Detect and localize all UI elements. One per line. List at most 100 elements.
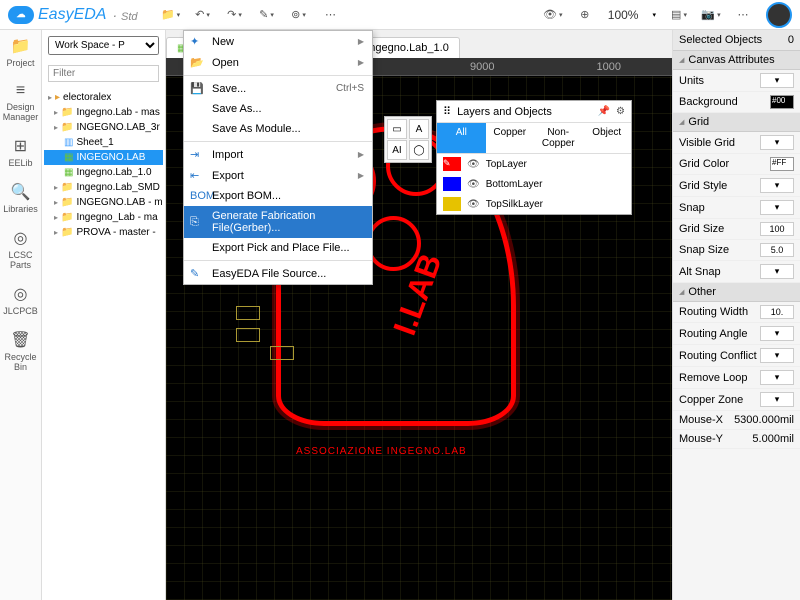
layers-tab[interactable]: All [437, 123, 486, 153]
redo-icon[interactable]: ↷▾ [226, 6, 244, 24]
schematic-icon: ▥ [64, 137, 73, 148]
tree-node[interactable]: ▸📁Ingegno_Lab - ma [44, 210, 163, 225]
layer-row[interactable]: ✎👁TopLayer [437, 154, 631, 174]
camera-icon[interactable]: 📷▾ [702, 6, 720, 24]
drag-handle-icon[interactable]: ⠿ [443, 105, 451, 118]
menu-item-label: Export BOM... [212, 190, 364, 202]
menu-item[interactable]: BOMExport BOM... [184, 186, 372, 206]
zoom-in-icon[interactable]: ⊕ [576, 6, 594, 24]
prop-value[interactable]: ▾ [760, 135, 794, 150]
layers-tab[interactable]: Copper [486, 123, 535, 153]
menu-item[interactable]: ⇤Export▶ [184, 165, 372, 186]
tool-btn[interactable]: A [409, 119, 429, 139]
tool-btn[interactable]: AI [387, 140, 407, 160]
layer-color-swatch[interactable] [443, 197, 461, 211]
tree-node[interactable]: ▥Sheet_1 [44, 135, 163, 150]
tool-btn[interactable]: ◯ [409, 140, 429, 160]
rp-section[interactable]: Other [673, 283, 800, 302]
rail-item[interactable]: 🗑Recycle Bin [0, 330, 41, 372]
prop-label: Routing Width [679, 306, 748, 318]
visibility-icon[interactable]: 👁 [467, 159, 480, 170]
layer-color-swatch[interactable] [443, 177, 461, 191]
menu-item[interactable]: Save As... [184, 99, 372, 119]
rail-item[interactable]: 🔍Libraries [3, 182, 38, 214]
tree-node[interactable]: ▸📁PROVA - master - [44, 225, 163, 240]
more-icon[interactable]: ⋯ [322, 6, 340, 24]
visibility-icon[interactable]: 👁 [467, 199, 480, 210]
tree-node[interactable]: ▸📁INGEGNO.LAB_3r [44, 120, 163, 135]
rp-section[interactable]: Canvas Attributes [673, 51, 800, 70]
visibility-icon[interactable]: 👁 [467, 179, 480, 190]
prop-value[interactable]: 100 [760, 222, 794, 236]
menu-item[interactable]: ⎘Generate Fabrication File(Gerber)... [184, 206, 372, 238]
menu-item[interactable]: ✎EasyEDA File Source... [184, 263, 372, 284]
layers-tab[interactable]: Object [583, 123, 632, 153]
layer-row[interactable]: 👁TopSilkLayer [437, 194, 631, 214]
prop-label: Snap [679, 202, 705, 214]
edit-icon[interactable]: ✎▾ [258, 6, 276, 24]
menu-item[interactable]: ⇥Import▶ [184, 144, 372, 165]
color-swatch[interactable]: #00 [770, 95, 794, 109]
prop-value[interactable]: 5.0 [760, 243, 794, 257]
prop-value[interactable]: ▾ [760, 73, 794, 88]
view-icon[interactable]: 👁▾ [544, 6, 562, 24]
filter-input[interactable] [48, 65, 159, 82]
prop-row: Snap ▾ [673, 197, 800, 219]
color-swatch[interactable]: #FF [770, 157, 794, 171]
prop-value[interactable]: ▾ [760, 200, 794, 215]
footprint[interactable] [236, 328, 260, 342]
footprint[interactable] [236, 306, 260, 320]
tree-node[interactable]: ▸📁Ingegno.Lab - mas [44, 105, 163, 120]
prop-value[interactable]: ▾ [760, 178, 794, 193]
zoom-level[interactable]: 100% [608, 8, 639, 22]
undo-icon[interactable]: ↶▾ [194, 6, 212, 24]
rail-item[interactable]: ◎LCSC Parts [0, 228, 41, 270]
project-sidebar: Work Space - P ▸▸electoralex▸📁Ingegno.La… [42, 30, 166, 600]
gear-icon[interactable]: ⚙ [616, 106, 625, 117]
menu-item-icon: 💾 [190, 82, 204, 95]
menu-item[interactable]: Export Pick and Place File... [184, 238, 372, 258]
rail-icon: ⊞ [14, 136, 27, 156]
avatar[interactable] [766, 2, 792, 28]
rail-item[interactable]: 📁Project [6, 36, 34, 68]
menu-item[interactable]: 💾Save...Ctrl+S [184, 78, 372, 99]
menu-item[interactable]: 📂Open▶ [184, 52, 372, 73]
rail-item[interactable]: ⊞EELib [8, 136, 32, 168]
menu-item[interactable]: Save As Module... [184, 119, 372, 139]
prop-value[interactable]: ▾ [760, 392, 794, 407]
rail-item[interactable]: ◎JLCPCB [3, 284, 38, 316]
prop-label: Grid Style [679, 180, 727, 192]
tool-btn[interactable]: ▭ [387, 119, 407, 139]
rail-item[interactable]: ≡Design Manager [0, 82, 41, 122]
tree-node[interactable]: ▸📁INGEGNO.LAB - m [44, 195, 163, 210]
menu-item-label: Open [212, 57, 350, 69]
pin-icon[interactable]: 📌 [598, 106, 610, 117]
prop-value[interactable]: ▾ [760, 348, 794, 363]
prop-value[interactable]: ▾ [760, 370, 794, 385]
file-menu-icon[interactable]: 📁▾ [162, 6, 180, 24]
prop-row: Routing Conflict▾ [673, 345, 800, 367]
layers-tabs: AllCopperNon-CopperObject [437, 123, 631, 154]
layers-tab[interactable]: Non-Copper [534, 123, 583, 153]
tree-node[interactable]: ▸📁Ingegno.Lab_SMD [44, 180, 163, 195]
rp-section[interactable]: Grid [673, 113, 800, 132]
more2-icon[interactable]: ⋯ [734, 6, 752, 24]
footprint[interactable] [270, 346, 294, 360]
prop-label: Routing Angle [679, 328, 748, 340]
tree-node[interactable]: ▸▸electoralex [44, 90, 163, 105]
place-icon[interactable]: ⊚▾ [290, 6, 308, 24]
prop-value[interactable]: 10. [760, 305, 794, 319]
layer-row[interactable]: 👁 BottomLayer [437, 174, 631, 194]
prop-row: Visible Grid▾ [673, 132, 800, 154]
layer-name: BottomLayer [486, 179, 543, 190]
tree-node[interactable]: ▦Ingegno.Lab_1.0 [44, 165, 163, 180]
layer-color-swatch[interactable]: ✎ [443, 157, 461, 171]
prop-value[interactable]: ▾ [760, 326, 794, 341]
tree-label: Sheet_1 [76, 137, 113, 148]
menu-item-label: Save... [212, 83, 328, 95]
tree-node[interactable]: ▦INGEGNO.LAB [44, 150, 163, 165]
workspace-select[interactable]: Work Space - P [48, 36, 159, 55]
prop-value[interactable]: ▾ [760, 264, 794, 279]
layers-icon[interactable]: ▤▾ [670, 6, 688, 24]
menu-item[interactable]: ✦New▶ [184, 31, 372, 52]
